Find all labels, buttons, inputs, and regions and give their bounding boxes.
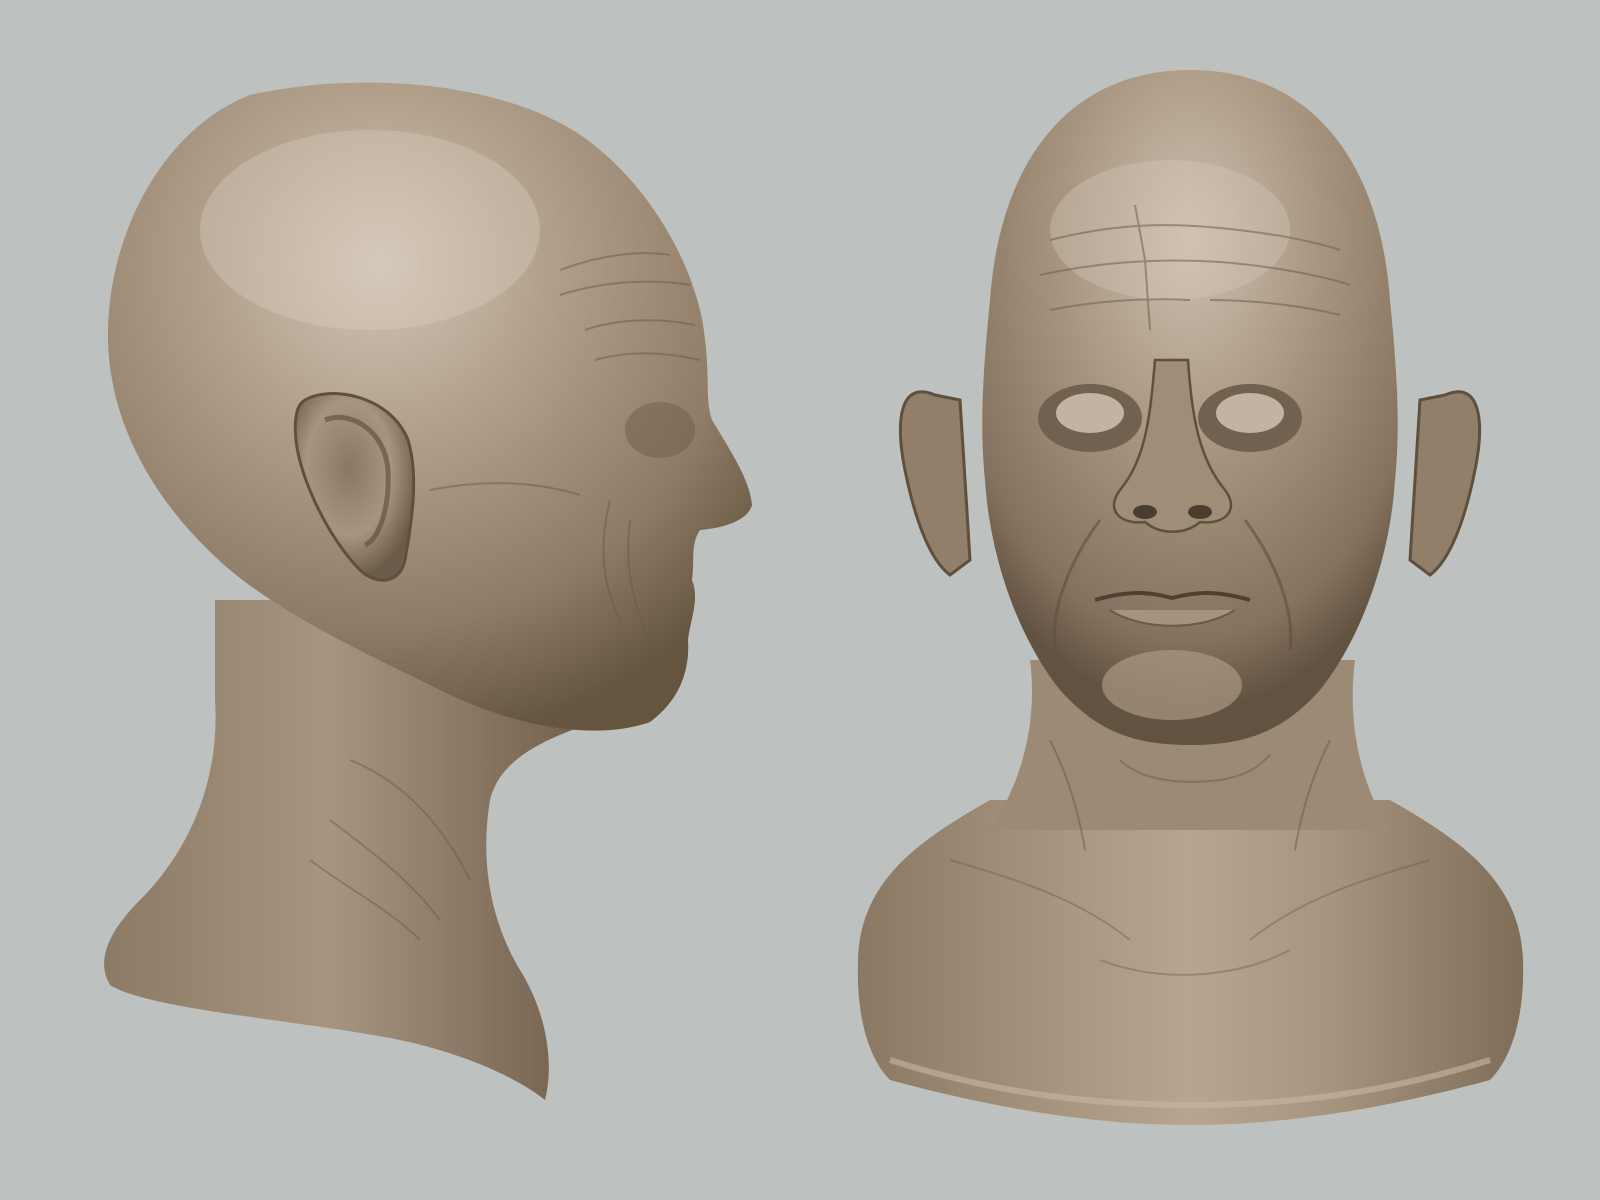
render-viewport [0, 0, 1600, 1200]
bust-side-profile [104, 82, 753, 1100]
bust-front-view [857, 70, 1524, 1125]
front-ear-right [1408, 390, 1481, 577]
front-ear-left [899, 390, 972, 577]
